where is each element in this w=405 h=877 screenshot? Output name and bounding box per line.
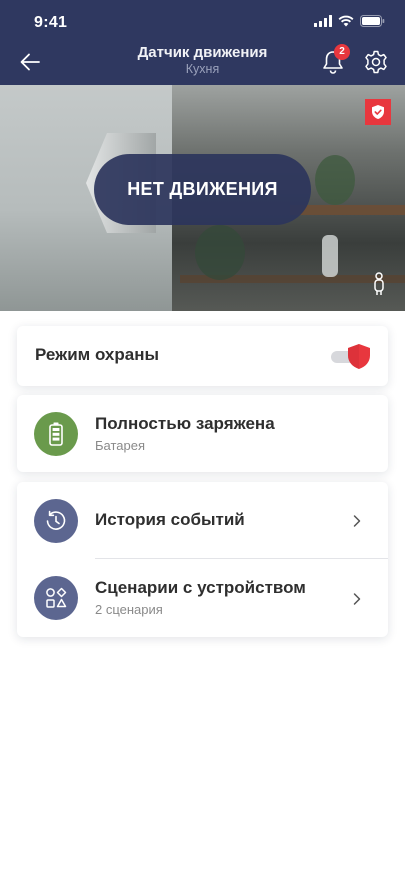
wifi-icon [338, 15, 354, 27]
battery-icon [49, 422, 63, 446]
scenarios-row[interactable]: Сценарии с устройством 2 сценария [17, 559, 388, 637]
app-header: 9:41 Датчик движения Кухня 2 [0, 0, 405, 85]
battery-status-icon [360, 15, 385, 27]
scenarios-icon-circle [34, 576, 78, 620]
back-button[interactable] [14, 48, 46, 76]
device-links-card: История событий Сценарии с устройством 2… [17, 482, 388, 637]
signal-icon [314, 15, 332, 27]
page-subtitle: Кухня [185, 62, 220, 76]
history-icon-circle [34, 499, 78, 543]
scenarios-title: Сценарии с устройством [95, 578, 306, 597]
guard-mode-label: Режим охраны [35, 345, 159, 364]
settings-button[interactable] [362, 48, 390, 76]
camera-plant [315, 155, 355, 205]
arrow-left-icon [20, 53, 40, 71]
guard-mode-toggle[interactable] [329, 342, 375, 370]
status-bar: 9:41 [0, 0, 405, 44]
scenarios-subtitle: 2 сценария [95, 602, 163, 617]
battery-status-subtitle: Батарея [95, 438, 146, 453]
guard-mode-card: Режим охраны [17, 326, 388, 386]
chevron-right-icon [353, 515, 361, 527]
event-history-row[interactable]: История событий [17, 482, 388, 559]
status-time: 9:41 [34, 14, 68, 31]
motion-status-label: НЕТ ДВИЖЕНИЯ [94, 154, 311, 225]
person-icon [370, 272, 388, 296]
shield-icon [348, 344, 370, 369]
camera-shelf [290, 205, 405, 215]
status-icons [314, 15, 385, 27]
page-title: Датчик движения [137, 44, 268, 61]
event-history-title: История событий [95, 510, 245, 529]
history-icon [46, 510, 66, 530]
camera-plant [195, 225, 245, 280]
battery-card: Полностью заряжена Батарея [17, 395, 388, 472]
scenarios-icon [46, 587, 67, 608]
battery-status-title: Полностью заряжена [95, 414, 275, 433]
security-badge [365, 99, 391, 125]
notification-badge: 2 [334, 44, 350, 60]
shield-check-icon [372, 105, 384, 119]
chevron-right-icon [353, 593, 361, 605]
battery-icon-circle [34, 412, 78, 456]
camera-vase [322, 235, 338, 277]
gear-icon [365, 50, 387, 74]
